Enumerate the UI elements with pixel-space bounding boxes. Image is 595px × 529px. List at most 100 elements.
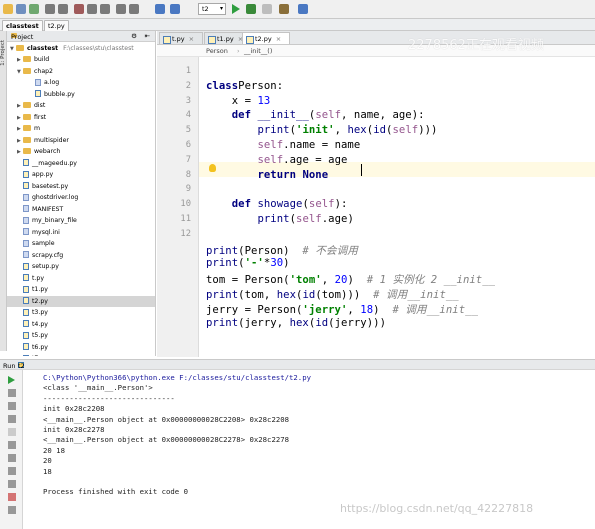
- settings-icon[interactable]: [279, 4, 289, 14]
- code-token: id: [373, 124, 387, 137]
- debug-icon[interactable]: [246, 4, 256, 14]
- project-dropdown[interactable]: Project ▾: [11, 32, 33, 41]
- tree-item-webarch[interactable]: ▶ webarch: [7, 146, 155, 157]
- settings-gear-icon[interactable]: ⚙: [131, 32, 137, 40]
- tree-item-m[interactable]: ▶ m: [7, 123, 155, 134]
- pause-icon[interactable]: [8, 402, 16, 410]
- stop-icon[interactable]: [262, 4, 272, 14]
- code-token: id: [315, 316, 329, 329]
- tree-item-label: setup.py: [32, 263, 59, 270]
- code-token: print: [206, 289, 239, 301]
- undo-icon[interactable]: [45, 4, 55, 14]
- tree-item-label: webarch: [34, 148, 61, 155]
- wrap-icon[interactable]: [8, 441, 16, 449]
- tree-item-t5-py[interactable]: t5.py: [7, 330, 155, 341]
- tree-item-bubble-py[interactable]: bubble.py: [7, 89, 155, 100]
- tree-item-manifest[interactable]: MANIFEST: [7, 204, 155, 215]
- up-icon[interactable]: [8, 389, 16, 397]
- tree-item-multispider[interactable]: ▶ multispider: [7, 135, 155, 146]
- code-token: jerry = Person(: [206, 303, 303, 316]
- print-icon[interactable]: [8, 467, 16, 475]
- tree-item-build[interactable]: ▶ build: [7, 54, 155, 65]
- crumb-method[interactable]: __init__(): [244, 47, 272, 55]
- run-config-select[interactable]: t2 ▾: [198, 3, 226, 15]
- close-icon[interactable]: ×: [276, 35, 281, 43]
- code-token: 'jerry': [302, 303, 348, 316]
- tree-item-t7-py[interactable]: t7.py: [7, 353, 155, 356]
- tree-item-chap2[interactable]: ▼ chap2: [7, 66, 155, 77]
- open-icon[interactable]: [3, 4, 13, 14]
- crumb-class[interactable]: Person: [206, 47, 228, 55]
- tree-item-app-py[interactable]: app.py: [7, 169, 155, 180]
- tree-item-my-binary-file[interactable]: my_binary_file: [7, 215, 155, 226]
- tree-root[interactable]: ▼ classtest F:\classes\stu\classtest: [7, 43, 155, 54]
- close-icon[interactable]: [8, 493, 16, 501]
- stop-icon[interactable]: [8, 428, 16, 436]
- tree-item--mageedu-py[interactable]: __mageedu.py: [7, 158, 155, 169]
- replace-icon[interactable]: [129, 4, 139, 14]
- redo-icon[interactable]: [58, 4, 68, 14]
- tree-item-dist[interactable]: ▶ dist: [7, 100, 155, 111]
- tree-item-ghostdriver-log[interactable]: ghostdriver.log: [7, 192, 155, 203]
- tree-item-basetest-py[interactable]: basetest.py: [7, 181, 155, 192]
- code-editor[interactable]: classPerson: x = 13 def __init__(self, n…: [199, 57, 595, 357]
- run-icon[interactable]: [232, 4, 240, 14]
- help-icon[interactable]: [8, 506, 16, 514]
- code-token: 13: [257, 94, 271, 107]
- tree-item-sample[interactable]: sample: [7, 238, 155, 249]
- tree-item-setup-py[interactable]: setup.py: [7, 261, 155, 272]
- console-line: <class '__main__.Person'>: [43, 383, 153, 393]
- sync-icon[interactable]: [29, 4, 39, 14]
- hide-panel-icon[interactable]: ⇤: [145, 32, 150, 40]
- tree-item-mysql-ini[interactable]: mysql.ini: [7, 227, 155, 238]
- tab-t2-py[interactable]: t2.py ×: [242, 32, 291, 44]
- folder-icon: [23, 56, 31, 62]
- back-icon[interactable]: [155, 4, 165, 14]
- code-token: 20: [334, 274, 348, 287]
- cut-icon[interactable]: [74, 4, 84, 14]
- paste-icon[interactable]: [100, 4, 110, 14]
- tab-t-py[interactable]: t.py ×: [159, 32, 204, 44]
- console-line: 20: [43, 456, 52, 466]
- code-token: __init__: [251, 109, 309, 122]
- code-token: # 1 实例化 2 __init__: [366, 274, 496, 287]
- find-icon[interactable]: [116, 4, 126, 14]
- tree-item-t6-py[interactable]: t6.py: [7, 342, 155, 353]
- code-token: (tom,: [238, 289, 277, 301]
- tree-item-first[interactable]: ▶ first: [7, 112, 155, 123]
- project-tool-window-button[interactable]: 1: Project: [0, 40, 7, 66]
- python-file-icon: [35, 90, 41, 97]
- save-icon[interactable]: [16, 4, 26, 14]
- tree-item-t-py[interactable]: t.py: [7, 273, 155, 284]
- code-line: print(Person) # 不会调用: [206, 243, 358, 258]
- forward-icon[interactable]: [170, 4, 180, 14]
- code-token: self: [257, 153, 284, 166]
- tree-item-t1-py[interactable]: t1.py: [7, 284, 155, 295]
- tree-item-t4-py[interactable]: t4.py: [7, 319, 155, 330]
- tree-item-label: my_binary_file: [32, 217, 77, 224]
- tree-item-scrapy-cfg[interactable]: scrapy.cfg: [7, 250, 155, 261]
- pin-icon[interactable]: [8, 480, 16, 488]
- code-token: tom = Person(: [206, 274, 290, 287]
- text-cursor: [361, 164, 362, 176]
- lightbulb-icon[interactable]: [209, 164, 216, 172]
- copy-icon[interactable]: [87, 4, 97, 14]
- run-toolbar: [0, 370, 23, 529]
- tree-item-t3-py[interactable]: t3.py: [7, 307, 155, 318]
- chevron-down-icon: ▾: [219, 5, 223, 12]
- code-token: class: [206, 79, 239, 92]
- file-icon: [35, 78, 41, 86]
- close-icon[interactable]: ×: [189, 35, 194, 43]
- scroll-end-icon[interactable]: [8, 454, 16, 462]
- code-line: classPerson:: [206, 80, 283, 92]
- rerun-icon[interactable]: [8, 376, 15, 384]
- tree-item-a-log[interactable]: a.log: [7, 77, 155, 88]
- code-line: print(self.age): [206, 213, 354, 225]
- help-icon[interactable]: [298, 4, 308, 14]
- tree-item-t2-py[interactable]: t2.py: [7, 295, 155, 307]
- down-icon[interactable]: [8, 415, 16, 423]
- code-token: None: [296, 168, 329, 181]
- code-line: print('init', hex(id(self))): [206, 124, 438, 136]
- python-file-icon: [23, 297, 29, 304]
